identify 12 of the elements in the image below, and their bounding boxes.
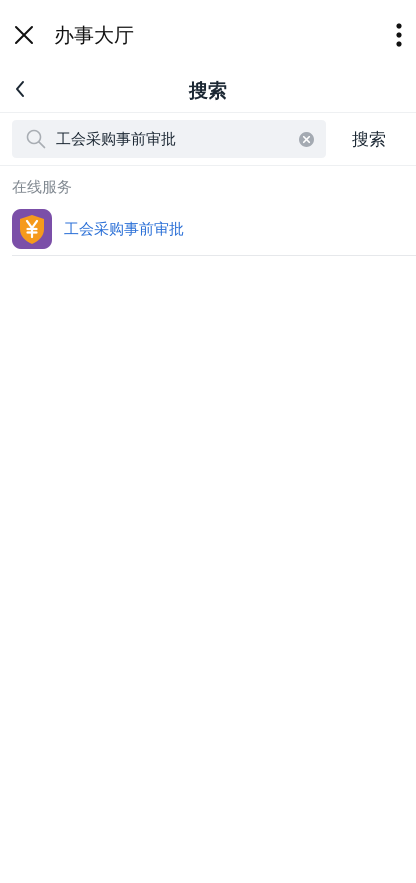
section-title: 在线服务 (12, 178, 72, 196)
shield-yen-icon (12, 209, 52, 249)
more-menu-button[interactable] (396, 23, 402, 47)
service-link[interactable]: 工会采购事前审批 (64, 220, 184, 238)
page-title: 搜索 (189, 79, 227, 104)
search-input[interactable]: 工会采购事前审批 (56, 130, 289, 148)
window-title: 办事大厅 (54, 22, 135, 48)
search-bar[interactable]: 工会采购事前审批 (12, 120, 326, 158)
back-button[interactable] (14, 80, 26, 98)
search-icon (26, 129, 46, 149)
close-button[interactable] (14, 25, 34, 45)
search-button[interactable]: 搜索 (340, 128, 386, 150)
